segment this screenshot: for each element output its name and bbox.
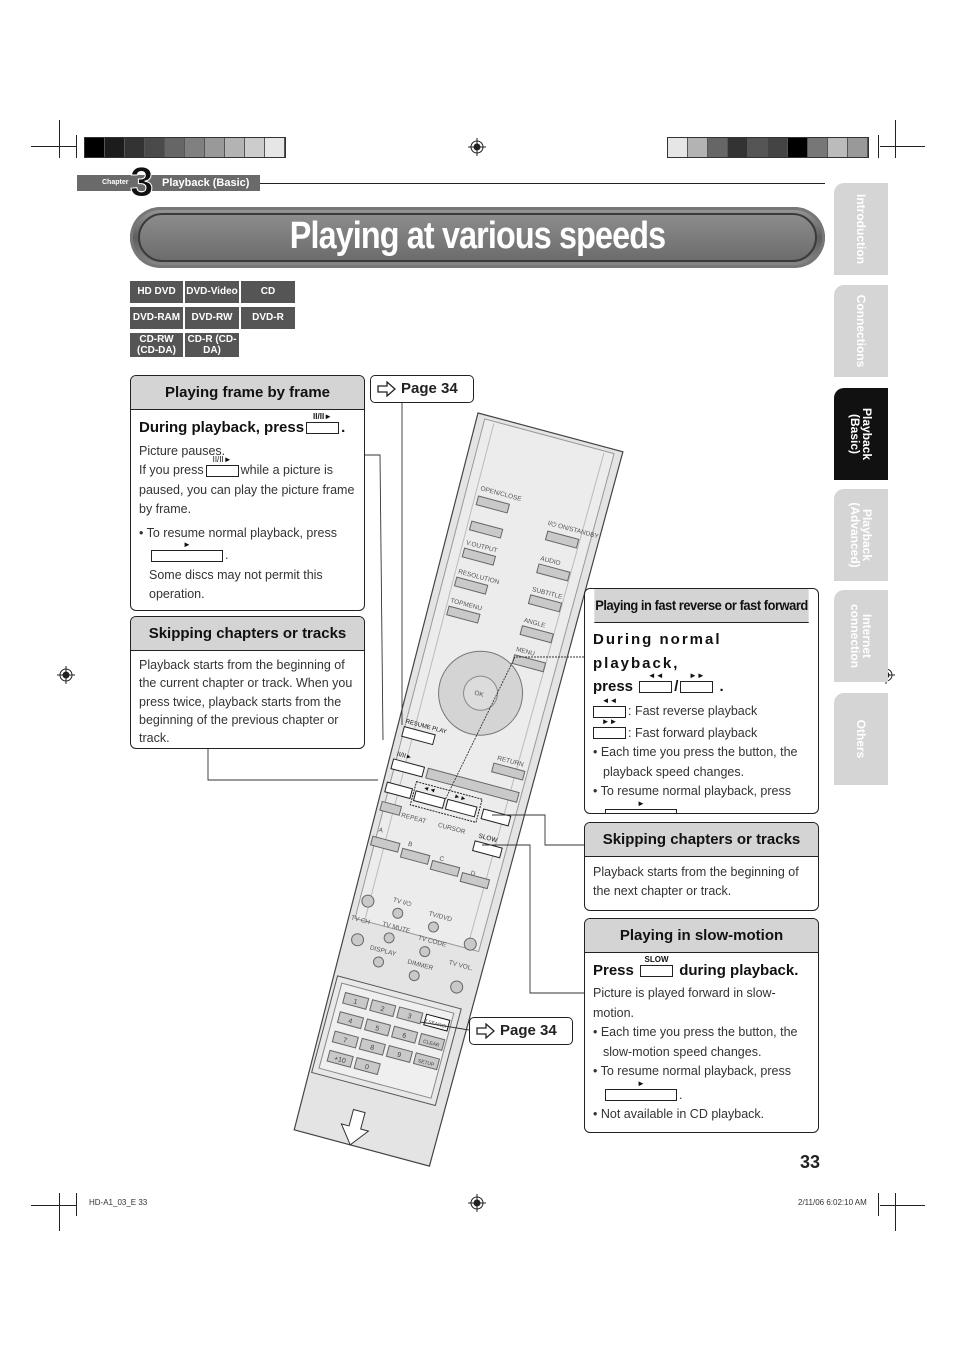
page-reference-link[interactable]: Page 34 [469,1017,573,1045]
rewind-button-icon: ◄◄ [593,696,626,718]
panel-skipping-previous: Skipping chapters or tracks Playback sta… [130,616,365,749]
rewind-button-icon: ◄◄ [639,671,673,694]
footer-timestamp: 2/11/06 6:02:10 AM [798,1198,867,1207]
text: Picture pauses. [139,443,226,458]
fast-forward-button-icon: ►► [680,671,714,694]
arrow-right-icon [476,1023,495,1039]
panel-frame-by-frame: Playing frame by frame During playback, … [130,375,365,611]
bullet-text: • Each time you press the button, the sl… [593,1025,798,1059]
footer-file-label: HD-A1_03_E 33 [89,1198,148,1207]
panel-heading: Playing frame by frame [131,376,364,410]
instruction-lead: During playback, press II/II►. [139,412,346,436]
pause-button-icon: II/II► [306,412,340,435]
crop-mark [31,1205,76,1206]
panel-text: Playback starts from the beginning of th… [593,865,799,898]
panel-slow-motion: Playing in slow-motion Press SLOW during… [584,918,819,1133]
bullet-text: • Each time you press the button, the pl… [593,745,798,779]
page-number: 33 [800,1152,821,1172]
panel-text: Playback starts from the beginning of th… [139,658,353,746]
crop-mark [59,1193,60,1231]
fast-forward-button-icon: ►► [593,717,626,740]
play-button-icon: ► [151,540,223,562]
slow-button-icon: SLOW [640,955,674,978]
instruction-lead: During normal playback, [593,631,722,672]
crop-mark [76,1193,77,1216]
panel-skipping-next: Skipping chapters or tracks Playback sta… [584,822,819,911]
text: If you press II/II► while a picture is pau… [139,454,355,516]
page-reference-link[interactable]: Page 34 [370,375,474,403]
panel-heading: Skipping chapters or tracks [585,823,818,857]
pause-button-icon: II/II► [205,455,239,477]
text: Picture is played forward in slow-motion… [593,986,776,1020]
crop-mark [880,1205,925,1206]
bullet-text: • Not available in CD playback. [593,1107,765,1121]
play-button-icon: ► [605,799,677,813]
arrow-right-icon [377,381,396,397]
panel-fast-reverse-forward: Playing in fast reverse or fast forward … [584,588,819,814]
panel-heading: Playing in fast reverse or fast forward [594,589,809,623]
crop-mark [878,1193,879,1216]
note-text: Some discs may not permit this operation… [149,567,323,602]
play-button-icon: ► [605,1079,677,1102]
crop-mark [895,1193,896,1231]
panel-heading: Skipping chapters or tracks [131,617,364,651]
panel-heading: Playing in slow-motion [585,919,818,953]
